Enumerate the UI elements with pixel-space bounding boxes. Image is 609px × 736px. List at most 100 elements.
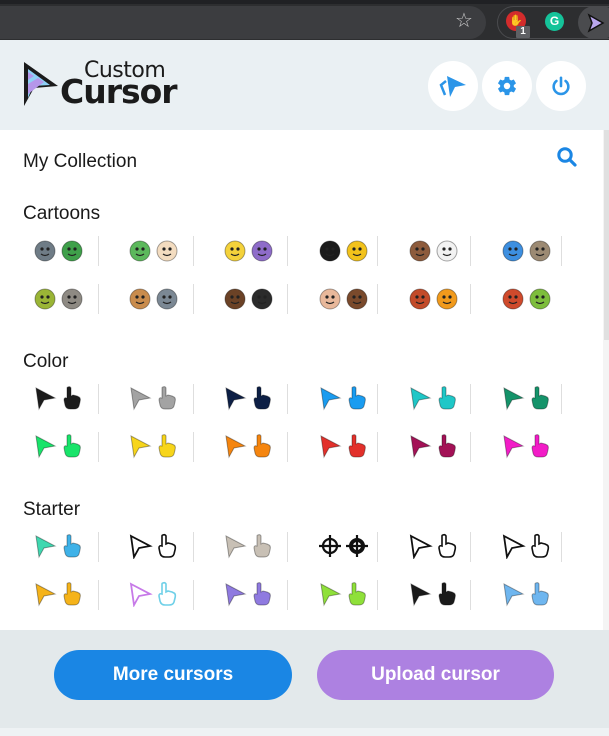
cell-divider bbox=[377, 532, 378, 562]
cursor-pack-item[interactable] bbox=[486, 380, 566, 416]
search-button[interactable] bbox=[555, 145, 579, 169]
hand-cursor-icon bbox=[531, 386, 549, 410]
hand-cursor-icon bbox=[531, 582, 549, 606]
cell-divider bbox=[193, 432, 194, 462]
cursor-row bbox=[18, 428, 598, 464]
hand-cursor-icon bbox=[346, 240, 368, 262]
cursor-pack-item[interactable] bbox=[208, 528, 288, 564]
cursor-pack-item[interactable] bbox=[113, 428, 193, 464]
cursor-mode-button[interactable] bbox=[428, 61, 478, 111]
cursor-pack-item[interactable] bbox=[208, 280, 288, 316]
custom-cursor-extension-icon[interactable] bbox=[578, 6, 609, 39]
arrow-cursor-icon bbox=[34, 288, 56, 310]
hand-cursor-icon bbox=[346, 535, 368, 557]
cursor-pack-item[interactable] bbox=[18, 380, 98, 416]
cell-divider bbox=[470, 236, 471, 266]
arrow-cursor-icon bbox=[319, 240, 341, 262]
cursor-pack-item[interactable] bbox=[208, 576, 288, 612]
hand-cursor-icon bbox=[348, 434, 366, 458]
arrow-cursor-icon bbox=[409, 288, 431, 310]
cursor-pack-item[interactable] bbox=[303, 280, 383, 316]
upload-cursor-button[interactable]: Upload cursor bbox=[317, 650, 554, 700]
cell-divider bbox=[287, 284, 288, 314]
cursor-pack-item[interactable] bbox=[113, 528, 193, 564]
cursor-pack-item[interactable] bbox=[18, 428, 98, 464]
cursor-pack-item[interactable] bbox=[393, 576, 473, 612]
cursor-pack-item[interactable] bbox=[486, 428, 566, 464]
cell-divider bbox=[193, 284, 194, 314]
cursor-pack-item[interactable] bbox=[303, 232, 383, 268]
cursor-pack-item[interactable] bbox=[208, 380, 288, 416]
hand-cursor-icon bbox=[438, 386, 456, 410]
arrow-cursor-icon bbox=[410, 435, 432, 459]
cursor-pack-item[interactable] bbox=[303, 528, 383, 564]
cursor-pack-item[interactable] bbox=[486, 232, 566, 268]
cursor-pack-item[interactable] bbox=[113, 232, 193, 268]
star-icon[interactable]: ☆ bbox=[452, 9, 476, 33]
cell-divider bbox=[377, 432, 378, 462]
cursor-pack-item[interactable] bbox=[18, 576, 98, 612]
cell-divider bbox=[470, 532, 471, 562]
section-title-cartoons: Cartoons bbox=[23, 203, 101, 224]
cell-divider bbox=[287, 384, 288, 414]
footer-edge bbox=[0, 728, 609, 736]
cell-divider bbox=[98, 236, 99, 266]
cell-divider bbox=[98, 580, 99, 610]
hand-cursor-icon bbox=[63, 534, 81, 558]
cursor-pack-item[interactable] bbox=[393, 232, 473, 268]
scrollbar-thumb[interactable] bbox=[604, 130, 609, 340]
hand-cursor-icon bbox=[348, 386, 366, 410]
hand-cursor-icon bbox=[61, 288, 83, 310]
hand-cursor-icon bbox=[529, 288, 551, 310]
cursor-pack-item[interactable] bbox=[113, 280, 193, 316]
cursor-row bbox=[18, 380, 598, 416]
more-cursors-button[interactable]: More cursors bbox=[54, 650, 292, 700]
cursor-pack-item[interactable] bbox=[486, 576, 566, 612]
cursor-pack-item[interactable] bbox=[303, 380, 383, 416]
arrow-cursor-icon bbox=[224, 240, 246, 262]
tab-strip-edge bbox=[0, 0, 609, 4]
scrollbar[interactable] bbox=[603, 130, 609, 630]
cell-divider bbox=[287, 236, 288, 266]
arrow-cursor-icon bbox=[502, 240, 524, 262]
arrow-cursor-icon bbox=[409, 240, 431, 262]
arrow-cursor-icon bbox=[130, 435, 152, 459]
arrow-cursor-icon bbox=[319, 288, 341, 310]
cell-divider bbox=[193, 384, 194, 414]
cell-divider bbox=[470, 284, 471, 314]
logo-text-cursor: Cursor bbox=[60, 72, 178, 111]
hand-cursor-icon bbox=[436, 240, 458, 262]
arrow-cursor-icon bbox=[502, 534, 526, 559]
cursor-pack-item[interactable] bbox=[393, 380, 473, 416]
cursor-pack-item[interactable] bbox=[393, 428, 473, 464]
cursor-pack-item[interactable] bbox=[113, 380, 193, 416]
cursor-pack-item[interactable] bbox=[393, 280, 473, 316]
cursor-pack-item[interactable] bbox=[486, 528, 566, 564]
cursor-pack-item[interactable] bbox=[208, 232, 288, 268]
hand-cursor-icon bbox=[251, 240, 273, 262]
cursor-pack-item[interactable] bbox=[113, 576, 193, 612]
power-button[interactable] bbox=[536, 61, 586, 111]
cursor-pack-item[interactable] bbox=[18, 528, 98, 564]
hand-cursor-icon bbox=[158, 533, 177, 558]
cell-divider bbox=[98, 284, 99, 314]
cursor-pack-item[interactable] bbox=[486, 280, 566, 316]
arrow-cursor-icon bbox=[320, 583, 342, 607]
cursor-pack-item[interactable] bbox=[303, 576, 383, 612]
hand-cursor-icon bbox=[529, 240, 551, 262]
address-bar[interactable] bbox=[0, 6, 486, 39]
arrow-cursor-icon bbox=[35, 387, 57, 411]
cell-divider bbox=[287, 432, 288, 462]
grammarly-extension-icon[interactable]: G bbox=[545, 12, 564, 31]
cursor-pack-item[interactable] bbox=[18, 232, 98, 268]
hand-cursor-icon bbox=[253, 434, 271, 458]
cell-divider bbox=[561, 384, 562, 414]
cursor-pack-item[interactable] bbox=[18, 280, 98, 316]
cursor-pack-item[interactable] bbox=[393, 528, 473, 564]
arrow-cursor-icon bbox=[35, 435, 57, 459]
hand-cursor-icon bbox=[438, 582, 456, 606]
arrow-cursor-icon bbox=[225, 535, 247, 559]
settings-button[interactable] bbox=[482, 61, 532, 111]
cursor-pack-item[interactable] bbox=[303, 428, 383, 464]
cursor-pack-item[interactable] bbox=[208, 428, 288, 464]
